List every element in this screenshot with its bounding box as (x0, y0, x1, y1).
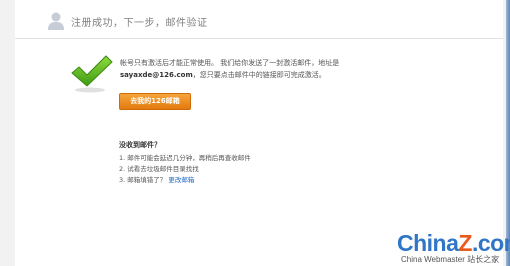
faq-title: 没收到邮件？ (119, 141, 161, 149)
faq-item: 2. 试看去垃圾邮件目录找找 (119, 165, 199, 173)
user-icon (47, 11, 65, 31)
faq-item: 3. 邮箱填错了？ 更改邮箱 (119, 175, 379, 186)
content-card: 注册成功，下一步，邮件验证 帐号只有激活后才能正常使用。 我们给你发送了一封激活… (15, 0, 510, 266)
page-edge (506, 0, 510, 266)
checkmark-icon (70, 53, 114, 93)
email-address: sayaxde@126.com (120, 71, 193, 79)
watermark: ChinaZ.com China Webmaster 站长之家 (387, 230, 510, 266)
faq-section: 没收到邮件？ 1. 邮件可能会延迟几分钟，再稍后再查收邮件 2. 试看去垃圾邮件… (119, 140, 379, 186)
watermark-logo: ChinaZ.com (397, 230, 510, 256)
faq-item-text: 3. 邮箱填错了？ (119, 176, 167, 184)
page-title: 注册成功，下一步，邮件验证 (71, 18, 208, 29)
message-line-1: 帐号只有激活后才能正常使用。 我们给你发送了一封激活邮件，地址是 (120, 59, 340, 67)
watermark-subtitle: China Webmaster 站长之家 (401, 255, 500, 264)
activation-message: 帐号只有激活后才能正常使用。 我们给你发送了一封激活邮件，地址是 sayaxde… (120, 57, 380, 81)
go-to-mailbox-button[interactable]: 去我的126邮箱 (119, 93, 191, 110)
faq-item: 1. 邮件可能会延迟几分钟，再稍后再查收邮件 (119, 154, 251, 162)
message-line-2-suffix: ，您只要点击邮件中的链接即可完成激活。 (192, 71, 326, 79)
message-line-2: sayaxde@126.com，您只要点击邮件中的链接即可完成激活。 (120, 69, 380, 81)
page-header: 注册成功，下一步，邮件验证 (15, 0, 503, 39)
change-email-link[interactable]: 更改邮箱 (168, 176, 194, 184)
